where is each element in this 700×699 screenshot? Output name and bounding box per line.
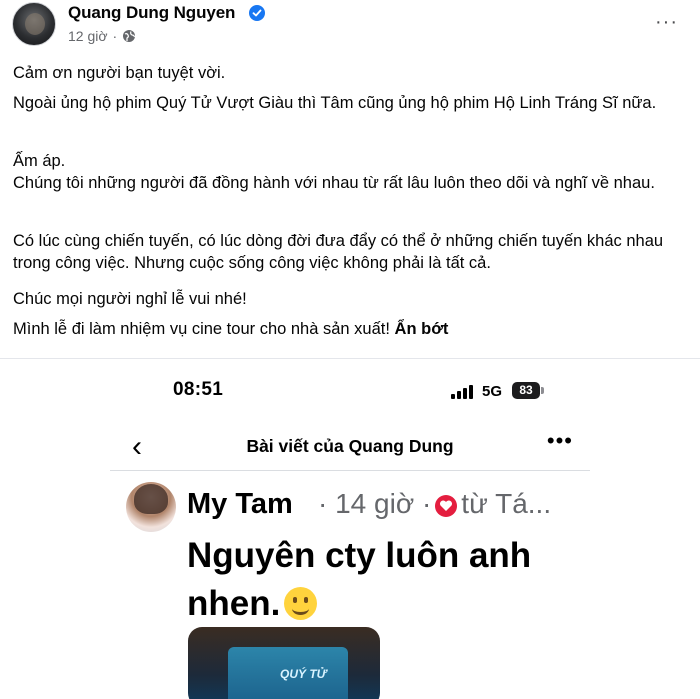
inner-post-photo: QUÝ TỬ	[188, 627, 380, 699]
inner-post-location: từ Tá...	[461, 488, 552, 519]
inner-nav-bar: ‹ Bài viết của Quang Dung •••	[110, 424, 590, 472]
verified-badge-icon	[249, 5, 265, 21]
inner-more-icon: •••	[546, 428, 573, 453]
globe-icon	[122, 29, 136, 43]
post-more-options-icon[interactable]: ···	[655, 12, 678, 32]
meta-separator: ·	[112, 28, 118, 44]
post-paragraph: Ấm áp.	[13, 152, 66, 170]
inner-author-name: My Tam	[187, 488, 293, 520]
post-paragraph-text: Mình lễ đi làm nhiệm vụ cine tour cho nh…	[13, 320, 395, 338]
inner-post-time: · 14 giờ ·	[318, 488, 432, 519]
inner-post-text: Nguyên cty luôn anh nhen.	[187, 532, 577, 628]
heart-icon	[435, 495, 458, 517]
post-paragraph: Chúc mọi người nghỉ lễ vui nhé!	[13, 290, 247, 308]
inner-post-text-content: Nguyên cty luôn anh nhen.	[187, 536, 532, 623]
attached-screenshot-image[interactable]: 08:51 5G 83 ‹ Bài viết của Quang Dung ••…	[110, 362, 590, 699]
inner-post-meta: · 14 giờ · từ Tá...	[318, 488, 551, 520]
battery-tip	[541, 387, 544, 394]
post-paragraph: Cảm ơn người bạn tuyệt vời.	[13, 64, 226, 82]
post-paragraph: Chúng tôi những người đã đồng hành với n…	[13, 174, 655, 192]
network-type: 5G	[482, 383, 503, 400]
post-time[interactable]: 12 giờ	[68, 28, 108, 44]
photo-caption: QUÝ TỬ	[280, 667, 327, 681]
inner-nav-title: Bài viết của Quang Dung	[246, 436, 454, 456]
status-time: 08:51	[173, 379, 224, 400]
inner-author-avatar	[126, 482, 176, 532]
battery-icon: 83	[512, 382, 540, 399]
author-avatar[interactable]	[12, 2, 56, 46]
post-paragraph: Ngoài ủng hộ phim Quý Tử Vượt Giàu thì T…	[13, 94, 657, 112]
inner-nav-divider	[110, 470, 590, 471]
post-paragraph-last: Mình lễ đi làm nhiệm vụ cine tour cho nh…	[13, 318, 448, 340]
cellular-signal-icon	[451, 383, 477, 399]
see-less-link[interactable]: Ẩn bớt	[395, 320, 449, 338]
post-header: Quang Dung Nguyen 12 giờ · ···	[0, 0, 700, 52]
divider	[0, 358, 700, 359]
smile-emoji-icon	[284, 587, 318, 620]
author-name[interactable]: Quang Dung Nguyen	[68, 3, 235, 23]
post-paragraph: Có lúc cùng chiến tuyến, có lúc dòng đời…	[13, 232, 664, 272]
post-meta: 12 giờ ·	[68, 28, 136, 44]
